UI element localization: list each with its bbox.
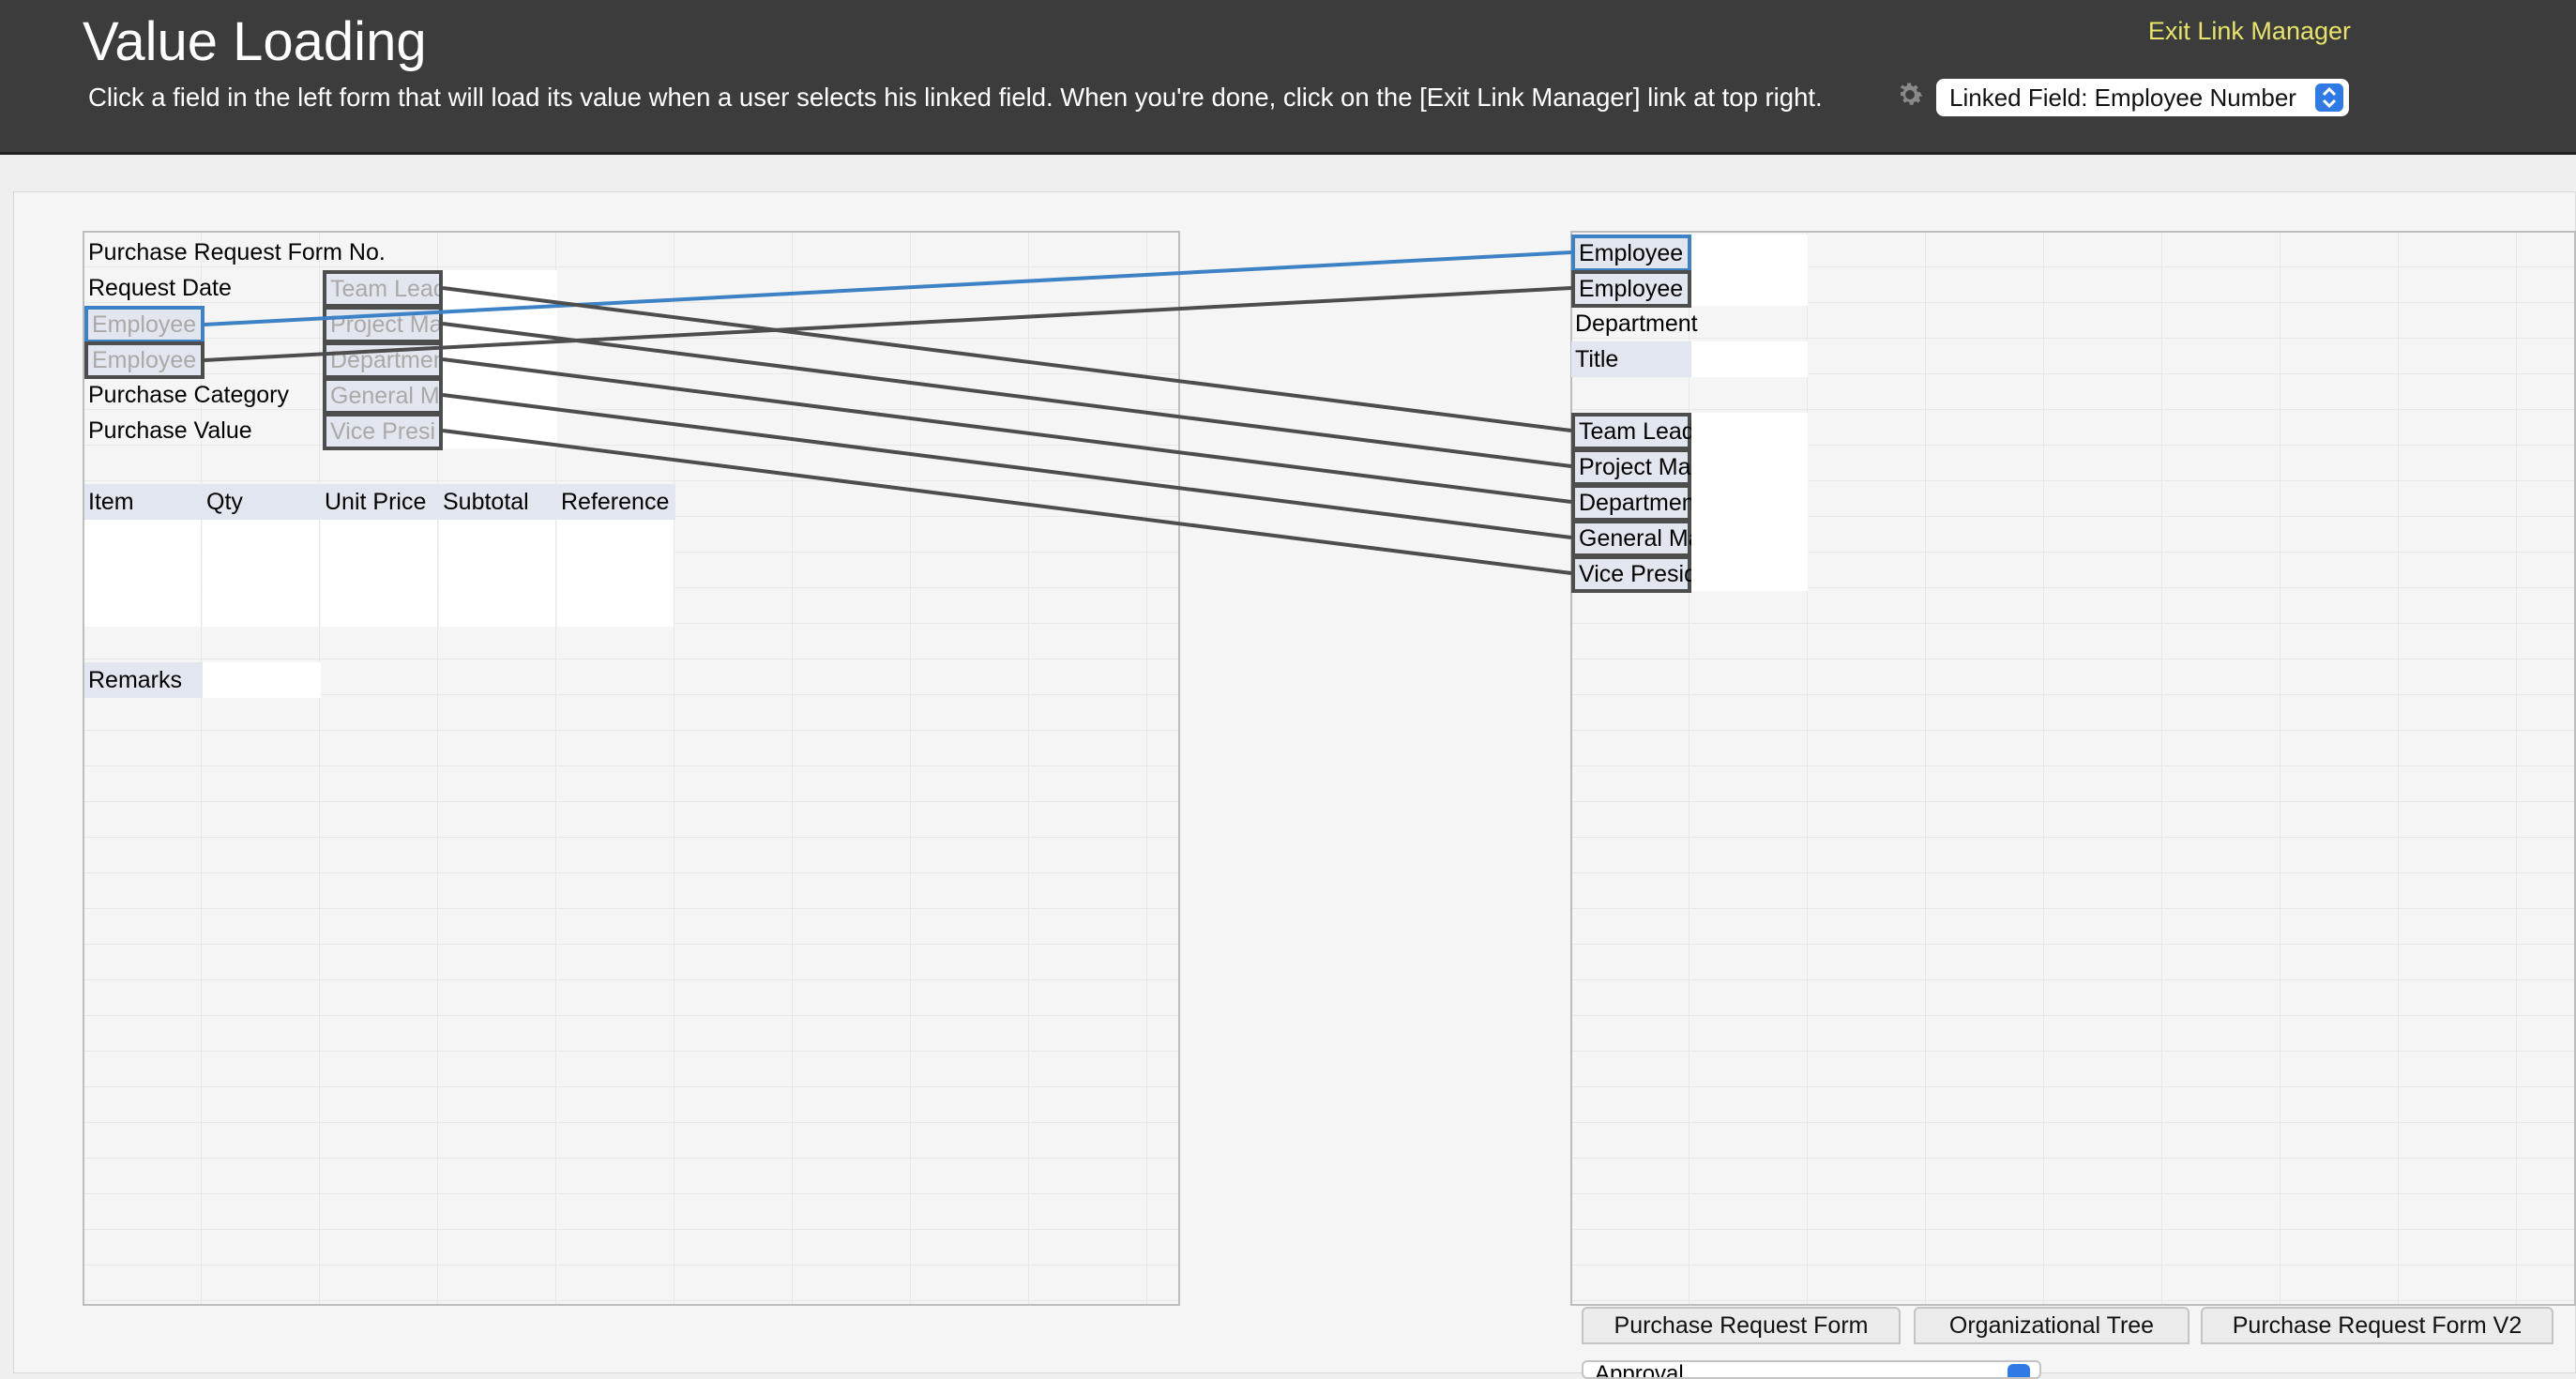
- table-header-unit-price: Unit Price: [321, 484, 439, 520]
- gear-icon[interactable]: [1894, 79, 1926, 111]
- form-select-dropdown[interactable]: Approval: [1582, 1360, 2041, 1379]
- team-leader-input-ext[interactable]: [443, 270, 557, 306]
- general-manager-value[interactable]: [1691, 520, 1808, 555]
- title-label: Title: [1571, 341, 1691, 377]
- team-leader-source-field[interactable]: Team Leader: [1571, 413, 1716, 450]
- table-header-subtotal: Subtotal: [439, 484, 557, 520]
- purchase-value-label: Purchase Value: [88, 417, 252, 444]
- table-cell[interactable]: [203, 591, 319, 627]
- form-select-value: Approval: [1595, 1361, 1684, 1379]
- table-cell[interactable]: [557, 520, 674, 555]
- remarks-input[interactable]: [203, 662, 321, 698]
- employee-value[interactable]: [1691, 270, 1808, 306]
- table-cell[interactable]: [84, 591, 201, 627]
- department-manager-source-field[interactable]: Department Manager: [1571, 484, 1800, 522]
- table-header-item: Item: [84, 484, 203, 520]
- employee-source-field[interactable]: Employee: [1571, 270, 1691, 308]
- tab-purchase-request-form[interactable]: Purchase Request Form: [1582, 1307, 1901, 1344]
- project-manager-field[interactable]: Project Ma: [323, 306, 443, 343]
- linked-field-select[interactable]: Linked Field: Employee Number: [1936, 79, 2349, 116]
- top-header: Value Loading Click a field in the left …: [0, 0, 2576, 155]
- table-cell[interactable]: [203, 555, 319, 591]
- select-arrows-icon: [2315, 83, 2343, 112]
- table-cell[interactable]: [84, 520, 201, 555]
- page-title: Value Loading: [83, 11, 427, 72]
- linked-field-select-value: Linked Field: Employee Number: [1949, 83, 2296, 112]
- table-header-qty: Qty: [203, 484, 321, 520]
- remarks-label: Remarks: [84, 662, 203, 698]
- department-input-ext[interactable]: [443, 341, 557, 377]
- table-cell[interactable]: [84, 555, 201, 591]
- general-manager-source-field[interactable]: General Manager: [1571, 520, 1762, 557]
- title-value[interactable]: [1691, 341, 1808, 377]
- table-cell[interactable]: [321, 520, 437, 555]
- vice-president-input-ext[interactable]: [443, 413, 557, 448]
- project-manager-source-field[interactable]: Project Manager: [1571, 448, 1750, 486]
- request-date-label: Request Date: [88, 275, 232, 301]
- table-cell[interactable]: [439, 520, 555, 555]
- tab-organizational-tree[interactable]: Organizational Tree: [1914, 1307, 2190, 1344]
- general-manager-field[interactable]: General Ma: [323, 377, 443, 415]
- vice-president-source-field[interactable]: Vice President: [1571, 555, 1730, 593]
- purchase-category-label: Purchase Category: [88, 382, 290, 408]
- select-arrows-icon: [2008, 1364, 2030, 1377]
- employee-number-field[interactable]: Employee N: [84, 306, 205, 343]
- team-leader-value[interactable]: [1691, 413, 1808, 448]
- exit-link-manager-link[interactable]: Exit Link Manager: [2148, 17, 2351, 46]
- employee-number-value[interactable]: [1691, 235, 1808, 270]
- right-form-panel: [1570, 231, 2576, 1306]
- table-cell[interactable]: [557, 591, 674, 627]
- project-manager-input-ext[interactable]: [443, 306, 557, 341]
- table-header-reference: Reference: [557, 484, 675, 520]
- vice-president-value[interactable]: [1691, 555, 1808, 591]
- department-field[interactable]: Department: [323, 341, 443, 379]
- team-leader-field[interactable]: Team Leade: [323, 270, 443, 308]
- table-cell[interactable]: [203, 520, 319, 555]
- department-label: Department: [1575, 311, 1698, 337]
- employee-name-field[interactable]: Employee N: [84, 341, 205, 379]
- vice-president-field[interactable]: Vice Presi: [323, 413, 443, 450]
- department-manager-value[interactable]: [1691, 484, 1808, 520]
- instructions-text: Click a field in the left form that will…: [88, 83, 1823, 112]
- table-cell[interactable]: [321, 591, 437, 627]
- general-manager-input-ext[interactable]: [443, 377, 557, 413]
- table-cell[interactable]: [557, 555, 674, 591]
- form-number-label: Purchase Request Form No.: [88, 239, 386, 265]
- table-cell[interactable]: [439, 591, 555, 627]
- table-cell[interactable]: [321, 555, 437, 591]
- employee-number-source-field[interactable]: Employee No.: [1571, 235, 1726, 272]
- tab-purchase-request-form-v2[interactable]: Purchase Request Form V2: [2201, 1307, 2553, 1344]
- table-cell[interactable]: [439, 555, 555, 591]
- project-manager-value[interactable]: [1691, 448, 1808, 484]
